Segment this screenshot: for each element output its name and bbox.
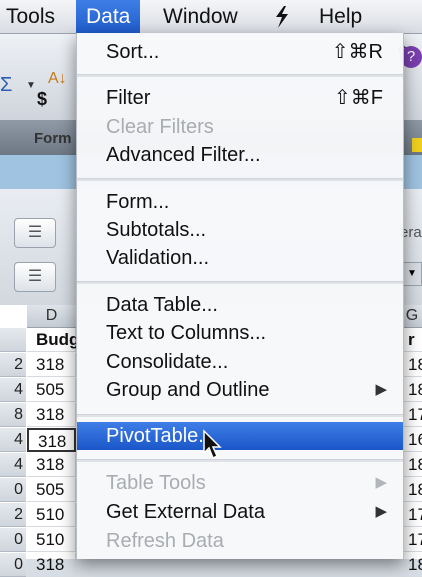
menu-item-data-table[interactable]: Data Table... (77, 291, 403, 319)
menu-item-table-tools: Table Tools ▶ (77, 469, 403, 497)
menu-item-clear-filters: Clear Filters (106, 116, 214, 138)
currency-format-button[interactable]: $ (37, 89, 47, 110)
align-left-icon[interactable]: ☰ (14, 218, 56, 248)
data-menu: Sort... ⇧⌘R Filter ⇧⌘F Clear Filters Adv… (76, 33, 404, 559)
row-number[interactable]: 2 (0, 503, 26, 527)
table-cell-right[interactable]: 18 (402, 553, 422, 577)
table-cell[interactable]: 318 (27, 403, 76, 427)
tab-formulas[interactable]: Form (34, 130, 72, 147)
column-header-g[interactable]: G (402, 305, 422, 328)
header-cell-right[interactable]: r C (402, 328, 422, 352)
table-cell[interactable]: 510 (27, 528, 76, 552)
menu-bar: Tools Data Window Help (0, 0, 422, 34)
menu-item-form[interactable]: Form... (77, 188, 403, 216)
menu-item-validation[interactable]: Validation... (77, 244, 403, 272)
menu-item-pivot-table[interactable]: PivotTable... (77, 422, 403, 450)
table-cell[interactable]: 510 (27, 503, 76, 527)
menu-separator (77, 74, 403, 77)
table-cell-right[interactable]: 18 (402, 478, 422, 502)
row-number[interactable]: 2 (0, 353, 26, 377)
row-number[interactable]: 0 (0, 553, 26, 577)
table-cell-right[interactable]: 17 (402, 503, 422, 527)
menu-separator (77, 414, 403, 417)
menu-separator (77, 281, 403, 284)
menu-item-subtotals[interactable]: Subtotals... (77, 216, 403, 244)
menubar-item-tools[interactable]: Tools (0, 0, 65, 33)
row-number[interactable]: 4 (0, 378, 26, 402)
menubar-item-data[interactable]: Data (76, 0, 141, 33)
table-cell[interactable]: 318 (27, 553, 76, 577)
menu-item-label: Filter (106, 87, 151, 109)
chevron-down-icon[interactable]: ▼ (26, 80, 36, 91)
submenu-arrow-icon: ▶ (375, 381, 387, 398)
menubar-item-help[interactable]: Help (309, 0, 372, 33)
selected-cell[interactable]: 318 (27, 428, 76, 452)
row-number[interactable]: 8 (0, 403, 26, 427)
table-cell-right[interactable]: 17 (402, 403, 422, 427)
menu-separator (77, 459, 403, 462)
menu-item-consolidate[interactable]: Consolidate... (77, 348, 403, 376)
row-number[interactable] (0, 328, 26, 352)
table-cell-right[interactable]: 18 (402, 378, 422, 402)
mouse-pointer-icon (203, 429, 222, 460)
highlight-color-icon[interactable] (412, 138, 422, 152)
menu-separator (77, 178, 403, 181)
menu-item-label: Get External Data (106, 501, 265, 523)
table-cell[interactable]: 318 (27, 353, 76, 377)
menu-item-advanced-filter[interactable]: Advanced Filter... (77, 141, 403, 169)
row-number[interactable]: 4 (0, 453, 26, 477)
sort-ascending-icon[interactable]: A↓ (48, 70, 67, 88)
table-cell[interactable]: 505 (27, 378, 76, 402)
menu-item-filter[interactable]: Filter ⇧⌘F (77, 84, 403, 112)
menu-item-label: Sort... (106, 41, 160, 63)
column-header-d[interactable]: D (27, 305, 76, 328)
table-cell-right[interactable]: 18 (402, 353, 422, 377)
table-cell-right[interactable]: 18 (402, 453, 422, 477)
row-number[interactable]: 0 (0, 478, 26, 502)
menu-item-text-to-columns[interactable]: Text to Columns... (77, 319, 403, 347)
menu-item-group-and-outline[interactable]: Group and Outline ▶ (77, 376, 403, 404)
script-menu-icon[interactable] (262, 0, 302, 33)
table-cell[interactable]: 505 (27, 478, 76, 502)
table-cell-right[interactable]: 17 (402, 528, 422, 552)
table-cell[interactable]: 318 (27, 453, 76, 477)
submenu-arrow-icon: ▶ (375, 503, 387, 520)
autosum-icon[interactable]: Σ (0, 74, 12, 97)
shortcut-label: ⇧⌘F (334, 87, 383, 109)
row-number[interactable]: 4 (0, 428, 26, 452)
menu-item-label: Table Tools (106, 472, 206, 494)
chevron-down-icon[interactable]: ▼ (402, 262, 422, 286)
submenu-arrow-icon: ▶ (375, 474, 387, 491)
shortcut-label: ⇧⌘R (331, 41, 383, 63)
table-cell-right[interactable]: 16 (402, 428, 422, 452)
menu-item-get-external-data[interactable]: Get External Data ▶ (77, 498, 403, 526)
align-justify-icon[interactable]: ☰ (14, 262, 56, 292)
menubar-item-window[interactable]: Window (153, 0, 248, 33)
menu-item-label: Group and Outline (106, 379, 270, 401)
header-cell[interactable]: Budg (27, 328, 79, 352)
menu-item-sort[interactable]: Sort... ⇧⌘R (77, 38, 403, 66)
menu-item-refresh-data: Refresh Data (106, 530, 224, 552)
row-number[interactable]: 0 (0, 528, 26, 552)
